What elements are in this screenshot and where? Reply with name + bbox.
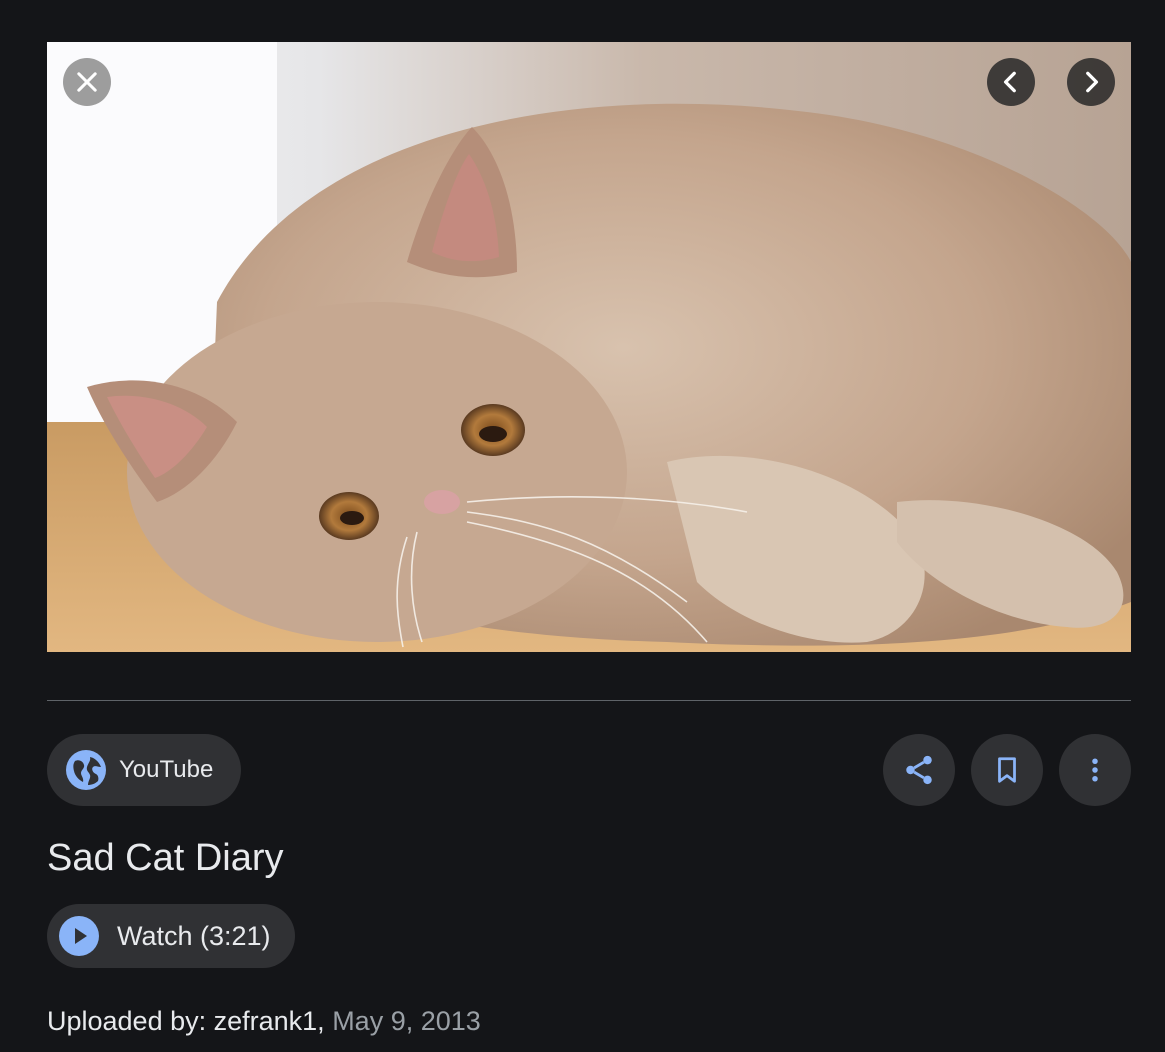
preview-image[interactable]: [47, 42, 1131, 652]
upload-date: May 9, 2013: [332, 1006, 481, 1036]
close-icon: [77, 72, 97, 92]
play-icon: [59, 916, 99, 956]
watch-label: Watch (3:21): [117, 920, 271, 951]
globe-icon: [65, 749, 107, 791]
image-viewer-panel: YouTube Sad Cat Diary Watch (3:21) Uploa…: [0, 0, 1165, 1052]
more-vertical-icon: [1092, 758, 1098, 782]
share-button[interactable]: [883, 734, 955, 806]
bookmark-icon: [998, 757, 1016, 783]
media-title[interactable]: Sad Cat Diary: [47, 834, 284, 882]
upload-info: Uploaded by: zefrank1, May 9, 2013: [47, 1003, 481, 1039]
next-image-button[interactable]: [1067, 58, 1115, 106]
cat-photo: [47, 42, 1131, 652]
chevron-right-icon: [1086, 71, 1099, 93]
source-label: YouTube: [119, 756, 214, 783]
divider: [47, 700, 1131, 701]
watch-button[interactable]: Watch (3:21): [47, 904, 295, 968]
source-chip[interactable]: YouTube: [47, 734, 242, 806]
share-icon: [906, 755, 932, 785]
more-options-button[interactable]: [1059, 734, 1131, 806]
close-button[interactable]: [63, 58, 111, 106]
chevron-left-icon: [1003, 71, 1016, 93]
uploader-text: Uploaded by: zefrank1,: [47, 1006, 333, 1036]
save-button[interactable]: [971, 734, 1043, 806]
previous-image-button[interactable]: [987, 58, 1035, 106]
